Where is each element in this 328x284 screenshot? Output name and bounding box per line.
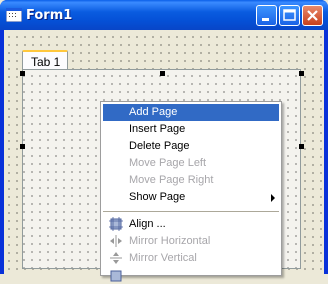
submenu-arrow-icon	[271, 194, 275, 202]
menu-separator	[103, 211, 279, 212]
window-title: Form1	[26, 8, 73, 23]
menu-item-label: Show Page	[129, 191, 186, 203]
menu-item-mirror-vertical[interactable]: Mirror Vertical	[103, 250, 279, 267]
mirror-horizontal-icon	[110, 235, 122, 247]
menu-item-label: Move Page Right	[129, 174, 214, 186]
form-app-icon	[6, 8, 22, 22]
selection-handle-left[interactable]	[20, 144, 25, 149]
window-right-border	[324, 30, 328, 274]
maximize-button[interactable]	[279, 5, 300, 26]
selection-handle-top-left[interactable]	[20, 71, 25, 76]
menu-item-show-page[interactable]: Show Page	[103, 189, 279, 206]
menu-item-clipped[interactable]	[103, 267, 279, 284]
menu-item-move-page-left[interactable]: Move Page Left	[103, 155, 279, 172]
menu-item-label: Mirror Vertical	[129, 252, 197, 264]
selection-handle-top-right[interactable]	[299, 71, 304, 76]
menu-item-label: Add Page	[129, 106, 178, 118]
menu-item-label: Align ...	[129, 218, 166, 230]
maximize-icon	[283, 9, 296, 21]
menu-item-align[interactable]: Align ...	[103, 216, 279, 233]
menu-item-label: Mirror Horizontal	[129, 235, 211, 247]
menu-item-icon	[110, 270, 122, 282]
selection-handle-right[interactable]	[299, 144, 304, 149]
mirror-vertical-icon	[110, 252, 122, 264]
tab-1[interactable]: Tab 1	[22, 50, 68, 70]
tab-label: Tab 1	[31, 55, 61, 69]
menu-item-insert-page[interactable]: Insert Page	[103, 121, 279, 138]
menu-item-add-page[interactable]: Add Page	[103, 104, 279, 121]
menu-item-mirror-horizontal[interactable]: Mirror Horizontal	[103, 233, 279, 250]
title-bar[interactable]: Form1	[0, 0, 328, 30]
context-menu: Add Page Insert Page Delete Page Move Pa…	[100, 101, 282, 282]
align-icon	[109, 217, 123, 231]
minimize-icon	[262, 18, 269, 21]
menu-item-label: Insert Page	[129, 123, 186, 135]
menu-item-label: Delete Page	[129, 140, 190, 152]
selection-handle-top[interactable]	[160, 71, 165, 76]
menu-item-delete-page[interactable]: Delete Page	[103, 138, 279, 155]
close-icon	[307, 10, 318, 21]
close-button[interactable]	[302, 5, 323, 26]
menu-item-move-page-right[interactable]: Move Page Right	[103, 172, 279, 189]
minimize-button[interactable]	[256, 5, 277, 26]
menu-item-label: Move Page Left	[129, 157, 207, 169]
